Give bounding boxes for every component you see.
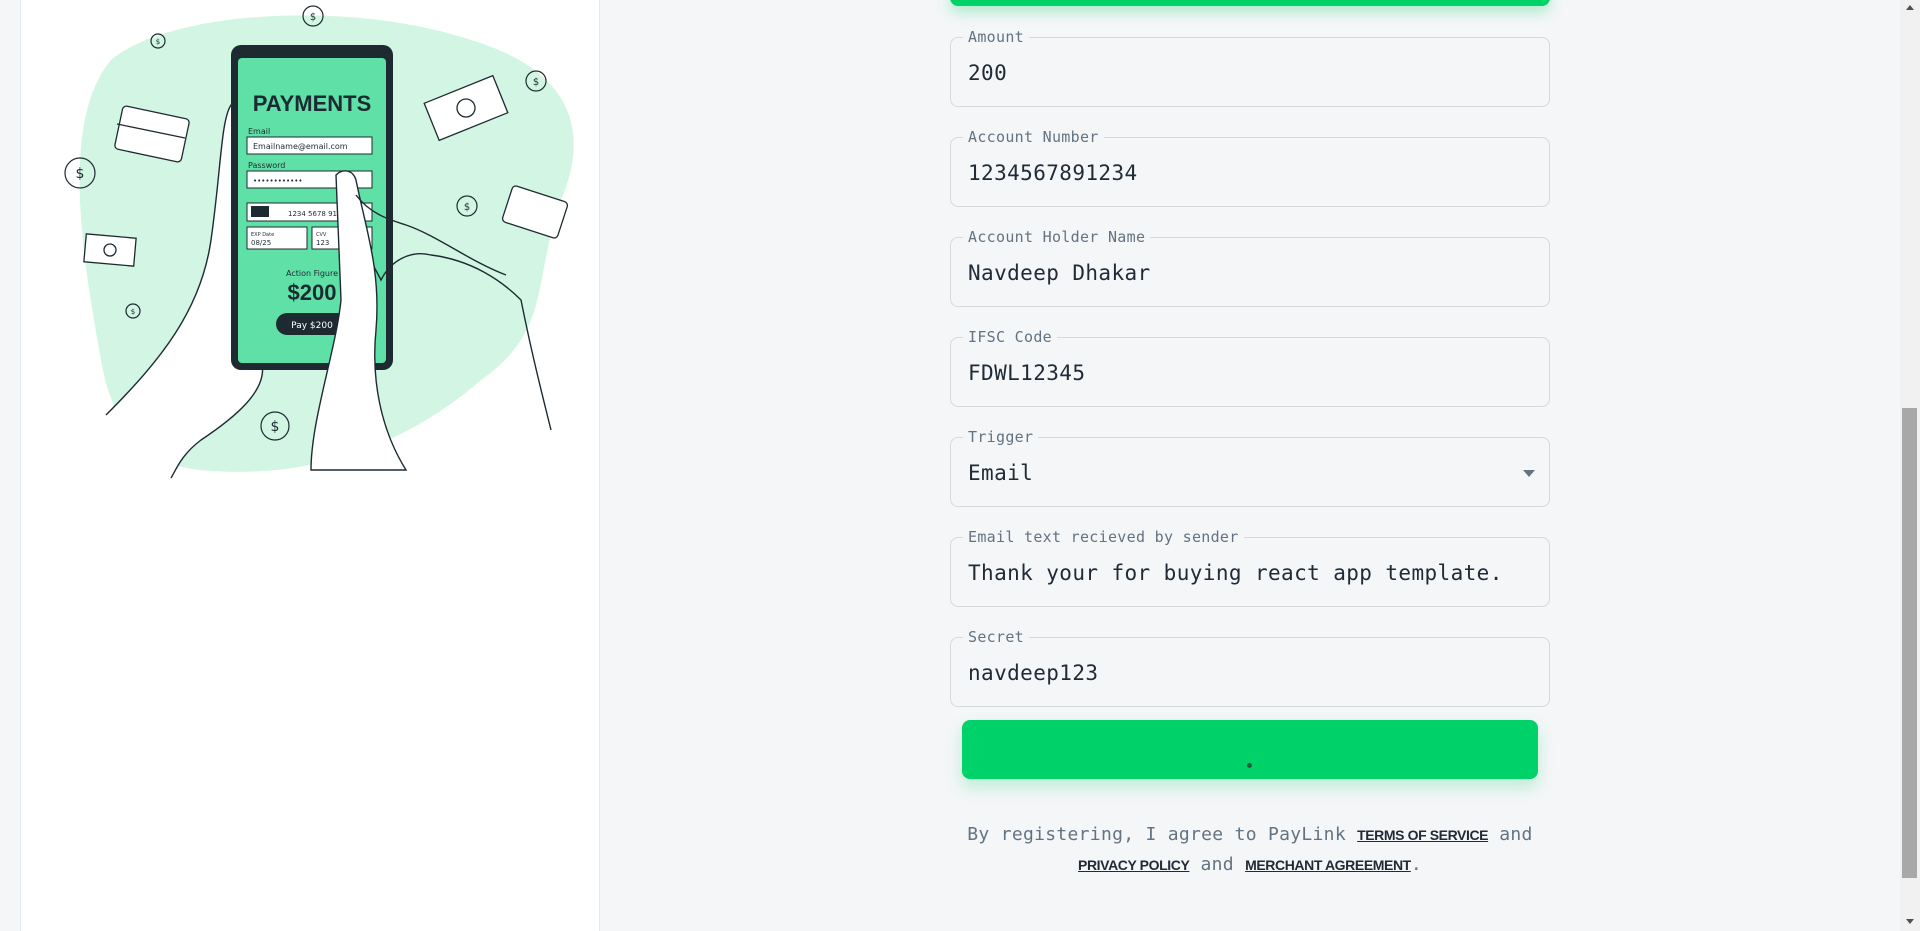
svg-text:123: 123	[316, 239, 329, 247]
svg-text:Action Figure: Action Figure	[286, 269, 338, 278]
secret-value[interactable]: navdeep123	[968, 659, 1098, 687]
email-text-label: Email text recieved by sender	[963, 528, 1244, 546]
amount-label: Amount	[963, 28, 1029, 46]
ifsc-code-value[interactable]: FDWL12345	[968, 359, 1085, 387]
payment-illustration: $ $ $ $ $ $ $ $ PAYMENTS Email	[64, 5, 574, 479]
email-text-field[interactable]: Email text recieved by sender Thank your…	[950, 528, 1550, 607]
svg-text:Pay $200: Pay $200	[291, 321, 333, 331]
terms-of-service-link[interactable]: Terms of Service	[1357, 827, 1488, 843]
svg-text:EXP Date: EXP Date	[251, 232, 274, 238]
svg-text:Emailname@email.com: Emailname@email.com	[253, 142, 348, 151]
scrollbar-thumb[interactable]	[1902, 408, 1917, 878]
svg-text:$: $	[156, 38, 160, 46]
svg-text:08/25: 08/25	[251, 239, 271, 247]
svg-text:Password: Password	[248, 161, 285, 170]
vertical-scrollbar[interactable]	[1900, 0, 1920, 931]
svg-text:$: $	[271, 419, 280, 435]
svg-text:$: $	[310, 12, 316, 23]
account-holder-name-field[interactable]: Account Holder Name Navdeep Dhakar	[950, 228, 1550, 307]
submit-button[interactable]	[962, 720, 1538, 779]
merchant-agreement-link[interactable]: Merchant Agreement	[1245, 857, 1411, 873]
svg-text:$: $	[533, 77, 539, 88]
trigger-select[interactable]: Trigger Email	[950, 428, 1550, 507]
account-holder-name-label: Account Holder Name	[963, 228, 1151, 246]
svg-text:$: $	[76, 166, 85, 182]
svg-text:$200: $200	[288, 280, 337, 305]
trigger-label: Trigger	[963, 428, 1039, 446]
svg-text:Email: Email	[248, 127, 270, 136]
svg-text:CVV: CVV	[316, 232, 327, 238]
phone-title: PAYMENTS	[253, 91, 372, 116]
terms-suffix: .	[1410, 854, 1422, 875]
svg-text:$: $	[131, 308, 135, 316]
email-text-value[interactable]: Thank your for buying react app template…	[968, 559, 1503, 587]
scroll-up-arrow-icon[interactable]	[1906, 5, 1914, 10]
terms-and-2: and	[1200, 854, 1234, 875]
amount-value[interactable]: 200	[968, 59, 1007, 87]
account-number-value[interactable]: 1234567891234	[968, 159, 1138, 187]
account-number-field[interactable]: Account Number 1234567891234	[950, 128, 1550, 207]
secret-field[interactable]: Secret navdeep123	[950, 628, 1550, 707]
svg-text:••••••••••••: ••••••••••••	[253, 177, 303, 185]
terms-and-1: and	[1499, 824, 1533, 845]
terms-prefix: By registering, I agree to PayLink	[967, 824, 1346, 845]
privacy-policy-link[interactable]: Privacy Policy	[1078, 857, 1190, 873]
terms-notice: By registering, I agree to PayLink Terms…	[950, 820, 1550, 880]
chevron-down-icon[interactable]	[1523, 470, 1535, 477]
account-number-label: Account Number	[963, 128, 1104, 146]
previous-button-edge[interactable]	[950, 0, 1550, 6]
ifsc-code-label: IFSC Code	[963, 328, 1057, 346]
svg-text:$: $	[464, 202, 470, 213]
loading-spinner-icon	[1247, 763, 1252, 768]
left-panel: $ $ $ $ $ $ $ $ PAYMENTS Email	[20, 0, 600, 931]
scroll-down-arrow-icon[interactable]	[1906, 919, 1914, 924]
secret-label: Secret	[963, 628, 1029, 646]
account-holder-name-value[interactable]: Navdeep Dhakar	[968, 259, 1151, 287]
amount-field[interactable]: Amount 200	[950, 28, 1550, 107]
ifsc-code-field[interactable]: IFSC Code FDWL12345	[950, 328, 1550, 407]
trigger-value[interactable]: Email	[968, 459, 1033, 487]
